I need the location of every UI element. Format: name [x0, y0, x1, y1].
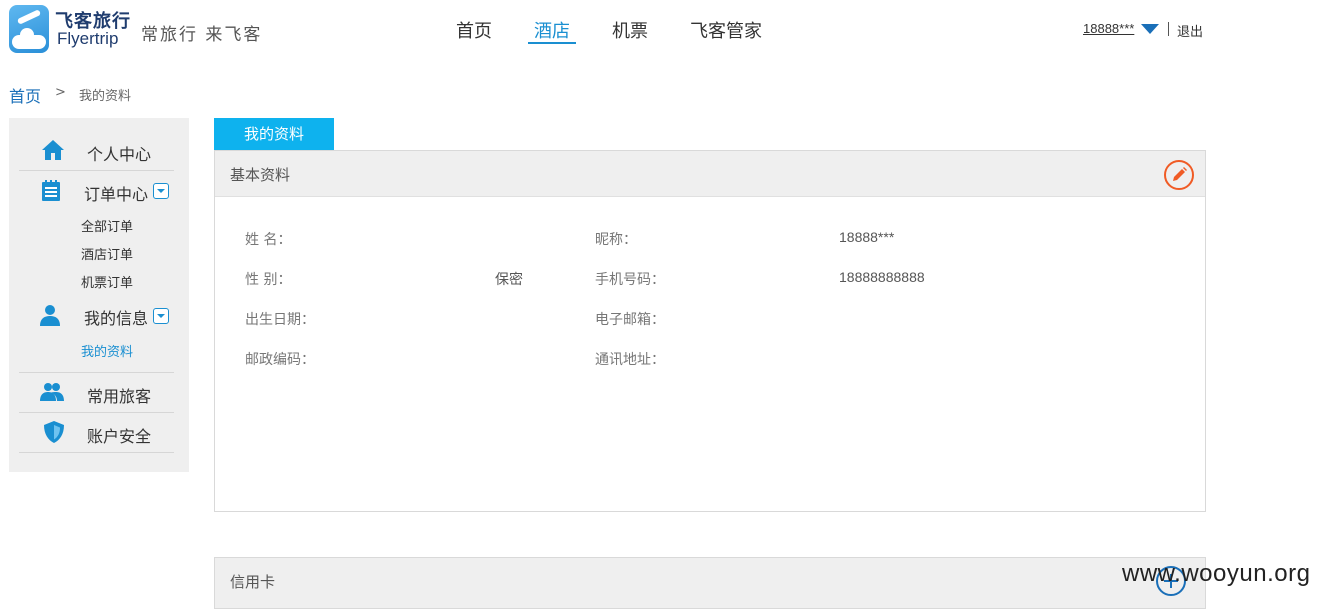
- phone-value: 18888888888: [839, 269, 925, 285]
- sidebar-item-flight-orders[interactable]: 机票订单: [81, 272, 133, 291]
- zip-label: 邮政编码：: [245, 352, 315, 368]
- divider: [1168, 22, 1169, 36]
- sidebar-item-my-profile[interactable]: 我的资料: [81, 341, 133, 360]
- brand-name-en[interactable]: Flyertrip: [57, 29, 118, 49]
- order-list-icon: [42, 180, 60, 201]
- sidebar-item-order-center[interactable]: 订单中心: [84, 181, 148, 205]
- address-label: 通讯地址：: [595, 352, 665, 368]
- nav-butler[interactable]: 飞客管家: [690, 17, 762, 43]
- sidebar-item-hotel-orders[interactable]: 酒店订单: [81, 244, 133, 263]
- basic-info-panel: [214, 150, 1206, 512]
- breadcrumb-separator: >: [55, 85, 66, 100]
- breadcrumb-current: 我的资料: [79, 89, 132, 104]
- user-icon: [40, 305, 60, 326]
- sidebar-item-personal-center[interactable]: 个人中心: [87, 141, 151, 165]
- sidebar-item-frequent-travelers[interactable]: 常用旅客: [87, 383, 151, 407]
- nickname-label: 昵称：: [595, 232, 637, 248]
- panel-header: [215, 151, 1205, 197]
- credit-card-panel: [214, 557, 1206, 609]
- divider: [19, 412, 174, 413]
- nickname-value: 18888***: [839, 229, 895, 245]
- slogan: 常旅行 来飞客: [141, 25, 263, 45]
- chevron-down-icon[interactable]: [153, 183, 169, 199]
- sidebar: [9, 118, 189, 472]
- phone-label: 手机号码：: [595, 272, 665, 288]
- nav-hotel[interactable]: 酒店: [534, 17, 570, 43]
- shield-icon: [44, 421, 64, 443]
- gender-value: 保密: [495, 271, 523, 287]
- chevron-down-icon[interactable]: [153, 308, 169, 324]
- name-label: 姓 名：: [245, 232, 292, 248]
- pencil-icon: [1173, 167, 1187, 181]
- gender-label: 性 别：: [245, 272, 292, 288]
- logout-link[interactable]: 退出: [1177, 21, 1203, 40]
- sidebar-item-my-info[interactable]: 我的信息: [84, 305, 148, 329]
- nav-active-underline: [528, 42, 576, 44]
- home-icon: [42, 140, 64, 160]
- watermark-text: www.wooyun.org: [1122, 560, 1311, 587]
- travelers-icon: [40, 383, 64, 401]
- sidebar-item-all-orders[interactable]: 全部订单: [81, 216, 133, 235]
- tab-my-profile[interactable]: 我的资料: [214, 118, 334, 150]
- username-link[interactable]: 18888***: [1083, 21, 1134, 36]
- chevron-down-icon[interactable]: [1141, 24, 1159, 34]
- email-label: 电子邮箱：: [595, 312, 665, 328]
- divider: [19, 170, 174, 171]
- panel-title: 基本资料: [230, 166, 291, 184]
- divider: [19, 372, 174, 373]
- nav-flights[interactable]: 机票: [612, 17, 648, 43]
- nav-home[interactable]: 首页: [456, 17, 492, 43]
- edit-button[interactable]: [1164, 160, 1194, 190]
- birthday-label: 出生日期：: [245, 312, 315, 328]
- logo-icon[interactable]: [9, 5, 49, 53]
- breadcrumb-home[interactable]: 首页: [9, 83, 41, 107]
- credit-card-title: 信用卡: [230, 573, 276, 591]
- divider: [19, 452, 174, 453]
- sidebar-item-account-security[interactable]: 账户安全: [87, 423, 151, 447]
